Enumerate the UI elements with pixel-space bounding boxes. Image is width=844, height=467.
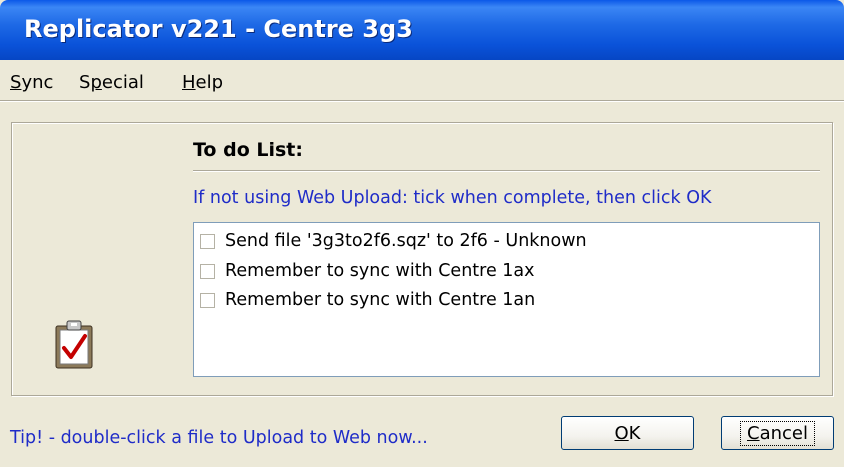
- menu-sync-mnemonic: S: [10, 72, 22, 93]
- todo-instruction: If not using Web Upload: tick when compl…: [193, 188, 712, 208]
- ok-button[interactable]: OK: [561, 416, 694, 450]
- menu-help-rest: elp: [195, 72, 224, 93]
- todo-item-label: Send file '3g3to2f6.sqz' to 2f6 - Unknow…: [225, 231, 587, 251]
- todo-item[interactable]: Remember to sync with Centre 1an: [200, 288, 535, 312]
- menu-sync[interactable]: Sync: [10, 72, 53, 93]
- cancel-button[interactable]: Cancel: [721, 416, 834, 450]
- window-title: Replicator v221 - Centre 3g3: [24, 15, 413, 43]
- todo-list-title: To do List:: [193, 139, 303, 161]
- tip-text: Tip! - double-click a file to Upload to …: [10, 428, 428, 448]
- todo-item-label: Remember to sync with Centre 1an: [225, 290, 536, 310]
- todo-listbox[interactable]: Send file '3g3to2f6.sqz' to 2f6 - Unknow…: [193, 222, 820, 377]
- menu-help-mnemonic: H: [182, 72, 196, 93]
- todo-item[interactable]: Remember to sync with Centre 1ax: [200, 259, 535, 283]
- todo-title-rule: [193, 170, 820, 172]
- todo-item-label: Remember to sync with Centre 1ax: [225, 261, 535, 281]
- todo-item-checkbox[interactable]: [200, 292, 215, 308]
- todo-item-checkbox[interactable]: [200, 233, 215, 249]
- menu-separator: [0, 100, 844, 102]
- menu-bar: Sync Special Help: [0, 60, 844, 100]
- cancel-button-label: Cancel: [740, 420, 815, 446]
- menu-sync-rest: ync: [21, 72, 54, 93]
- menu-special-first: S: [79, 72, 91, 93]
- menu-help[interactable]: Help: [182, 72, 223, 93]
- todo-item[interactable]: Send file '3g3to2f6.sqz' to 2f6 - Unknow…: [200, 229, 587, 253]
- menu-special[interactable]: Special: [79, 72, 144, 93]
- title-bar[interactable]: Replicator v221 - Centre 3g3: [0, 0, 844, 60]
- menu-special-mnemonic: p: [90, 72, 102, 93]
- todo-item-checkbox[interactable]: [200, 263, 215, 279]
- menu-special-rest: ecial: [101, 72, 144, 93]
- clipboard-check-icon: [55, 320, 93, 369]
- ok-button-label: OK: [614, 422, 641, 444]
